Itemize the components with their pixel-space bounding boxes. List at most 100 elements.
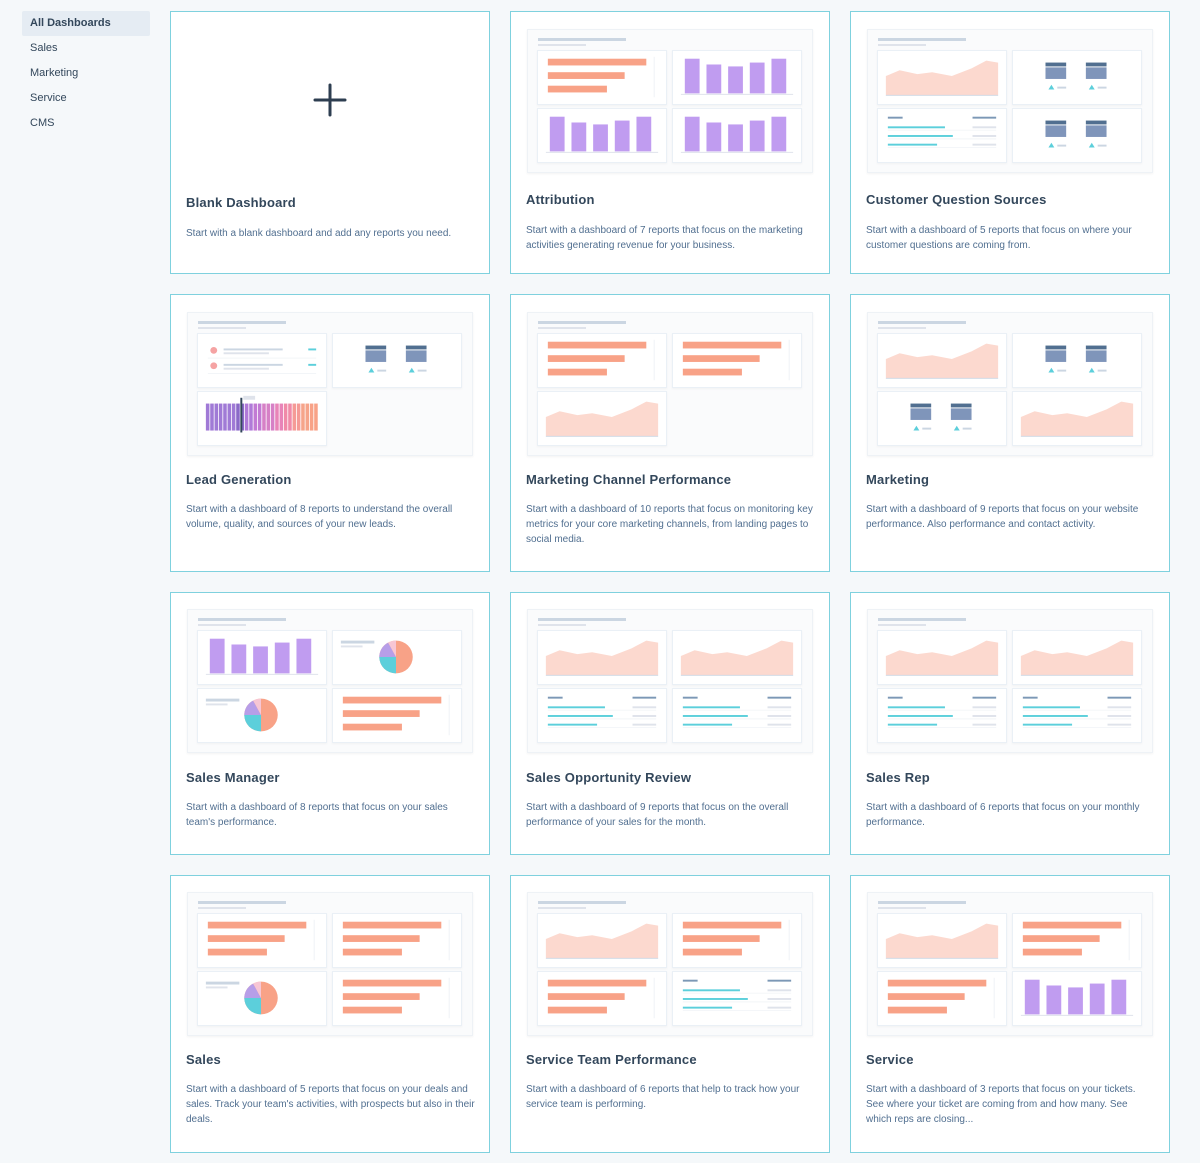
card-title: Sales: [186, 1052, 221, 1067]
card-description: Start with a dashboard of 6 reports that…: [526, 1084, 800, 1110]
preview-subheader-line: [538, 624, 586, 626]
preview-area-chart: [1012, 391, 1142, 446]
sidebar-item-all-dashboards[interactable]: All Dashboards: [22, 11, 150, 36]
preview-subheader-line: [198, 624, 246, 626]
card-title: Sales Rep: [866, 770, 930, 785]
card-title: Sales Manager: [186, 770, 280, 785]
preview-subheader-line: [198, 907, 246, 909]
preview-table-chart: [537, 688, 667, 743]
preview-hbar-chart: [1012, 913, 1142, 968]
preview-table-chart: [877, 108, 1007, 163]
preview-vbar-chart: [537, 108, 667, 163]
card-description: Start with a blank dashboard and add any…: [186, 228, 452, 239]
preview-list-chart: [197, 333, 327, 388]
dashboard-preview-thumbnail: [867, 312, 1153, 456]
dashboard-preview-thumbnail: [527, 312, 813, 456]
preview-kpi-chart: [1012, 333, 1142, 388]
preview-header-line: [198, 618, 286, 621]
dashboard-card-blank-dashboard[interactable]: Blank Dashboard Start with a blank dashbo…: [170, 11, 490, 274]
preview-header-line: [538, 38, 626, 41]
preview-subheader-line: [878, 624, 926, 626]
card-description: Start with a dashboard of 7 reports that…: [526, 225, 803, 251]
preview-vbar-chart: [672, 108, 802, 163]
sidebar-item-service[interactable]: Service: [22, 86, 150, 111]
preview-table-chart: [877, 688, 1007, 743]
dashboard-card-sales[interactable]: Sales Start with a dashboard of 5 reports…: [170, 875, 490, 1153]
preview-header-line: [878, 618, 966, 621]
card-description: Start with a dashboard of 8 reports that…: [186, 802, 448, 828]
preview-table-chart: [1012, 688, 1142, 743]
preview-kpi-chart: [332, 333, 462, 388]
preview-kpi-chart: [877, 391, 1007, 446]
preview-header-line: [878, 38, 966, 41]
dashboard-card-marketing[interactable]: Marketing Start with a dashboard of 9 rep…: [850, 294, 1170, 572]
preview-header-line: [538, 618, 626, 621]
preview-area-chart: [877, 913, 1007, 968]
dashboard-preview-thumbnail: [867, 892, 1153, 1036]
card-title: Customer Question Sources: [866, 192, 1047, 207]
preview-kpi-chart: [1012, 50, 1142, 105]
preview-area-chart: [537, 630, 667, 685]
card-title: Blank Dashboard: [186, 195, 296, 210]
card-title: Marketing Channel Performance: [526, 472, 732, 487]
card-title: Lead Generation: [186, 472, 292, 487]
dashboard-preview-thumbnail: [527, 29, 813, 173]
card-title: Service Team Performance: [526, 1052, 697, 1067]
dashboard-preview-thumbnail: [867, 29, 1153, 173]
preview-subheader-line: [878, 907, 926, 909]
preview-hbar-chart: [672, 913, 802, 968]
sidebar-item-cms[interactable]: CMS: [22, 111, 150, 136]
card-title: Marketing: [866, 472, 930, 487]
preview-hbar-chart: [537, 50, 667, 105]
preview-hbar-chart: [332, 971, 462, 1026]
card-description: Start with a dashboard of 5 reports that…: [866, 225, 1132, 251]
sidebar-item-marketing[interactable]: Marketing: [22, 61, 150, 86]
preview-area-chart: [672, 630, 802, 685]
preview-vbar-chart: [672, 50, 802, 105]
preview-area-chart: [1012, 630, 1142, 685]
dashboard-preview-thumbnail: [187, 892, 473, 1036]
dashboard-card-sales-opportunity-review[interactable]: Sales Opportunity Review Start with a das…: [510, 592, 830, 855]
dashboard-template-grid: Blank Dashboard Start with a blank dashbo…: [170, 11, 1170, 1153]
preview-hbar-chart: [332, 913, 462, 968]
dashboard-preview-thumbnail: [527, 609, 813, 753]
card-description: Start with a dashboard of 10 reports tha…: [526, 504, 813, 545]
preview-area-chart: [537, 391, 667, 446]
sidebar: All Dashboards Sales Marketing Service C…: [22, 11, 150, 136]
preview-pie-chart: [332, 630, 462, 685]
preview-hbar-chart: [332, 688, 462, 743]
sidebar-item-sales[interactable]: Sales: [22, 36, 150, 61]
dashboard-card-service-team-performance[interactable]: Service Team Performance Start with a das…: [510, 875, 830, 1153]
preview-subheader-line: [198, 327, 246, 329]
dashboard-card-lead-generation[interactable]: Lead Generation Start with a dashboard of…: [170, 294, 490, 572]
preview-header-line: [878, 321, 966, 324]
card-description: Start with a dashboard of 3 reports that…: [866, 1084, 1136, 1125]
preview-hbar-chart: [877, 971, 1007, 1026]
preview-subheader-line: [878, 327, 926, 329]
preview-table-chart: [672, 688, 802, 743]
dashboard-card-service[interactable]: Service Start with a dashboard of 3 repor…: [850, 875, 1170, 1153]
preview-header-line: [538, 901, 626, 904]
dashboard-card-marketing-channel-performance[interactable]: Marketing Channel Performance Start with …: [510, 294, 830, 572]
preview-vbar-chart: [197, 630, 327, 685]
card-description: Start with a dashboard of 5 reports that…: [186, 1084, 475, 1125]
card-title: Attribution: [526, 192, 595, 207]
plus-icon: [313, 83, 347, 117]
preview-pie-chart: [197, 971, 327, 1026]
preview-stripes-chart: [197, 391, 327, 446]
dashboard-card-customer-question-sources[interactable]: Customer Question Sources Start with a da…: [850, 11, 1170, 274]
dashboard-card-sales-rep[interactable]: Sales Rep Start with a dashboard of 6 rep…: [850, 592, 1170, 855]
preview-area-chart: [537, 913, 667, 968]
preview-kpi-chart: [1012, 108, 1142, 163]
card-description: Start with a dashboard of 8 reports to u…: [186, 504, 453, 530]
preview-vbar-chart: [1012, 971, 1142, 1026]
dashboard-card-sales-manager[interactable]: Sales Manager Start with a dashboard of 8…: [170, 592, 490, 855]
preview-subheader-line: [878, 44, 926, 46]
preview-header-line: [198, 321, 286, 324]
preview-table-chart: [672, 971, 802, 1026]
card-title: Sales Opportunity Review: [526, 770, 692, 785]
preview-area-chart: [877, 50, 1007, 105]
preview-subheader-line: [538, 907, 586, 909]
dashboard-card-attribution[interactable]: Attribution Start with a dashboard of 7 r…: [510, 11, 830, 274]
preview-area-chart: [877, 630, 1007, 685]
